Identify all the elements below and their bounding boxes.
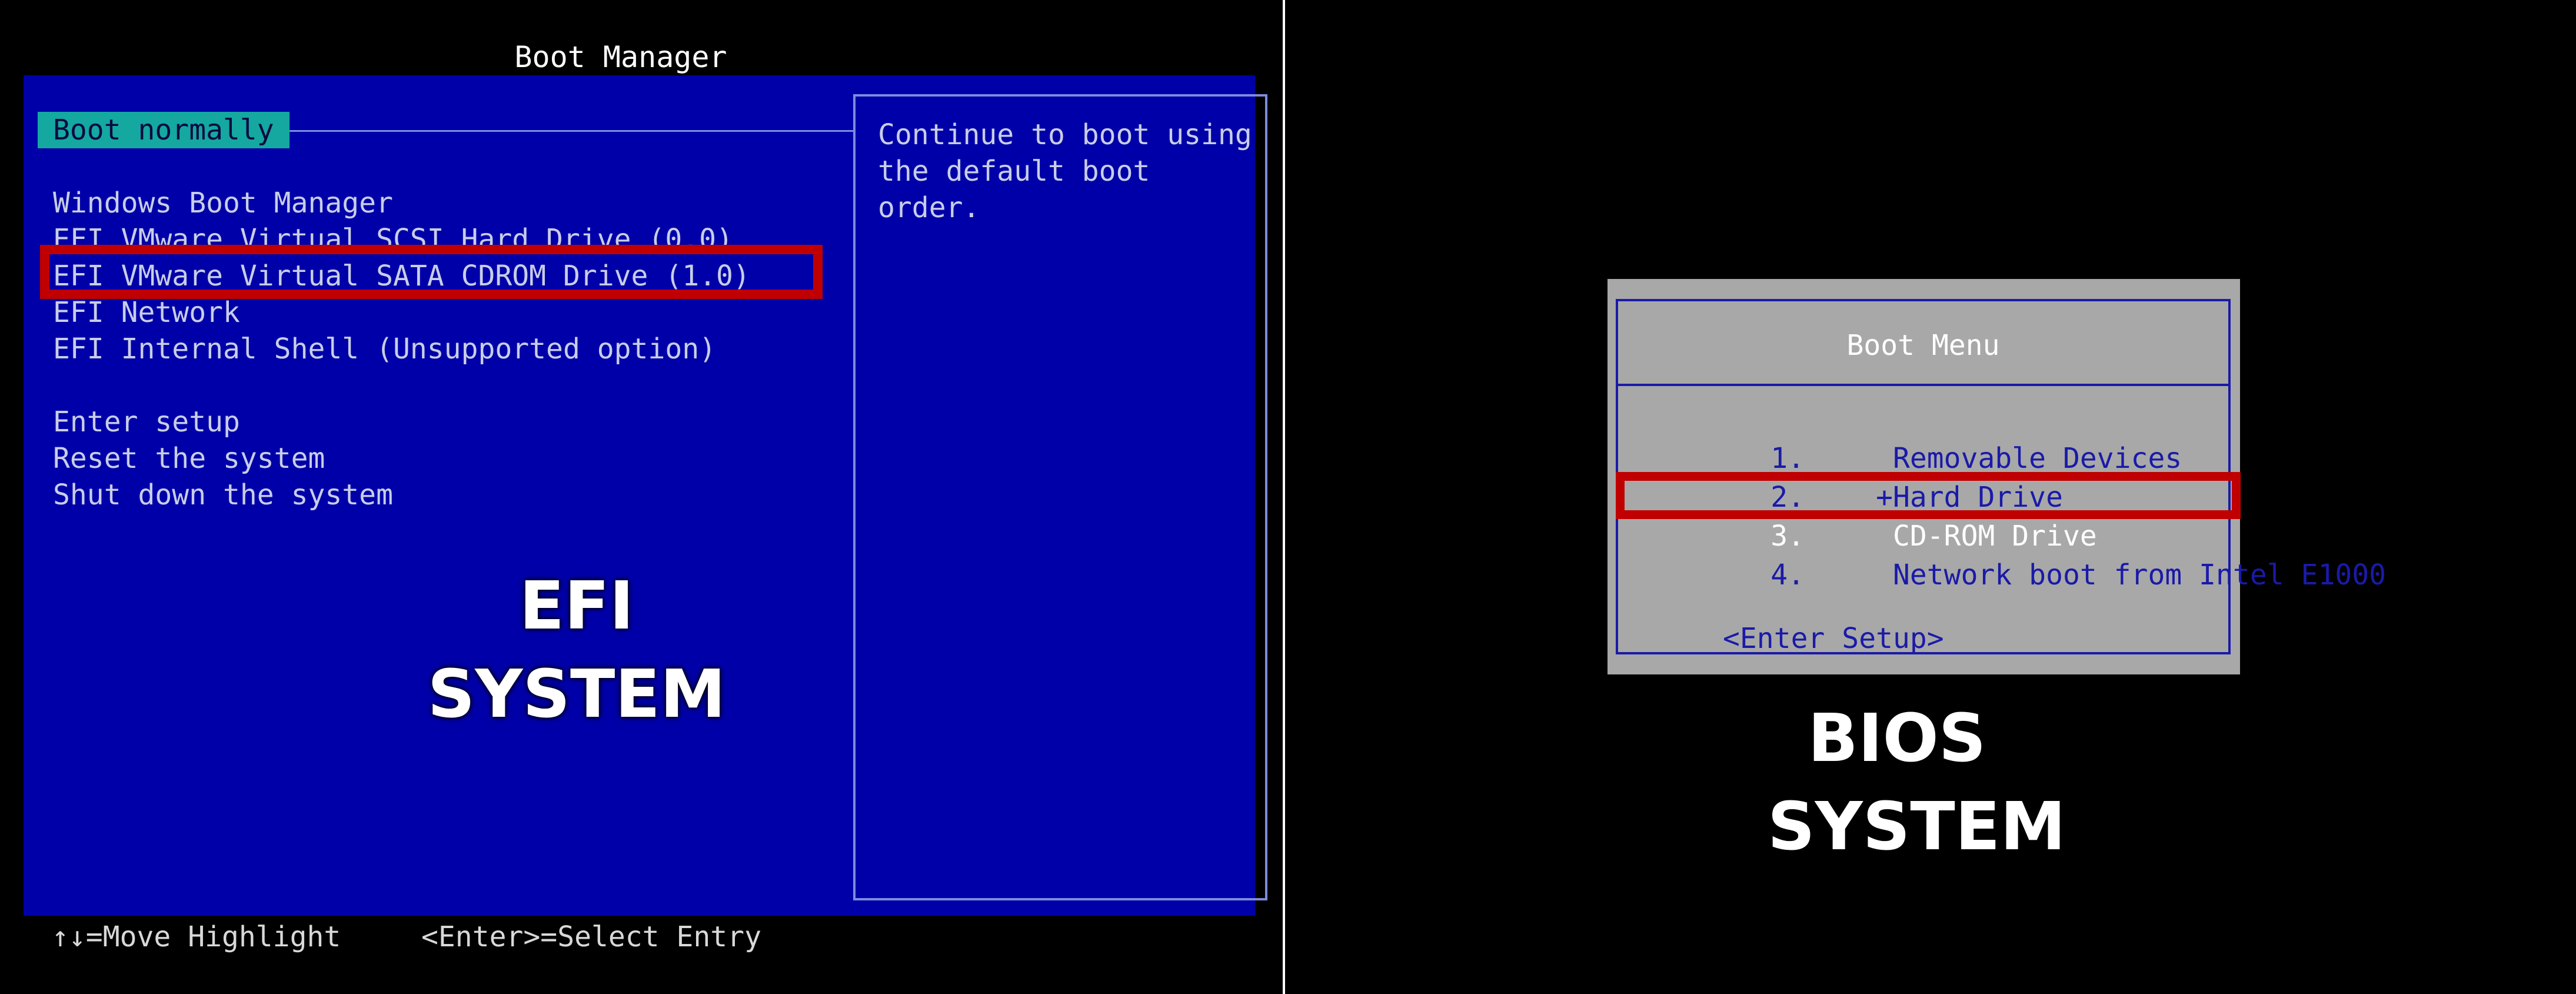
efi-caption-line-2: SYSTEM (427, 656, 726, 733)
efi-menu-item-scsi-hard-drive[interactable]: EFI VMware Virtual SCSI Hard Drive (0.0) (53, 221, 733, 247)
efi-cdrom-highlight-box (40, 245, 823, 299)
efi-screen: Boot normally Windows Boot Manager EFI V… (24, 75, 1267, 916)
bios-menu-item-network-boot[interactable]: 4. Network boot from Intel E1000 (1635, 517, 2386, 633)
bios-panel: Boot Menu 1. Removable Devices 2. +Hard … (1283, 0, 2576, 994)
efi-menu-item-internal-shell[interactable]: EFI Internal Shell (Unsupported option) (53, 331, 716, 367)
efi-menu-item-network[interactable]: EFI Network (53, 298, 240, 330)
efi-menu-item-windows-boot-manager[interactable]: Windows Boot Manager (53, 185, 393, 221)
efi-menu-item-reset-system[interactable]: Reset the system (53, 440, 325, 477)
efi-menu-item-shut-down[interactable]: Shut down the system (53, 477, 393, 513)
efi-divider (268, 130, 853, 132)
efi-caption-line-1: EFI (519, 568, 634, 644)
efi-footer-move-hint: ↑↓=Move Highlight (52, 920, 341, 953)
bios-caption-line-2: SYSTEM (1768, 789, 2066, 865)
bios-cdrom-highlight-box (1616, 472, 2241, 519)
bios-enter-setup[interactable]: <Enter Setup> (1723, 619, 1944, 658)
bios-title: Boot Menu (1846, 329, 2000, 362)
efi-panel: Boot Manager Boot normally Windows Boot … (0, 0, 1280, 994)
bios-boot-menu-dialog: Boot Menu 1. Removable Devices 2. +Hard … (1607, 279, 2386, 674)
bios-item-label: Network boot from Intel E1000 (1859, 558, 2387, 591)
bios-title-separator (1618, 384, 2228, 386)
efi-menu-item-boot-normally[interactable]: Boot normally (38, 112, 289, 148)
efi-menu-item-enter-setup[interactable]: Enter setup (53, 404, 240, 440)
efi-help-panel: Continue to boot using the default boot … (853, 94, 1267, 900)
efi-system-caption: EFI SYSTEM (412, 562, 741, 739)
efi-title: Boot Manager (514, 40, 727, 74)
efi-footer-select-hint: <Enter>=Select Entry (421, 920, 761, 953)
bios-system-caption: BIOS SYSTEM (1768, 694, 2066, 871)
bios-caption-line-1: BIOS (1808, 700, 1986, 777)
efi-help-text: Continue to boot using the default boot … (878, 118, 1252, 224)
bios-item-number: 4. (1770, 558, 1805, 591)
